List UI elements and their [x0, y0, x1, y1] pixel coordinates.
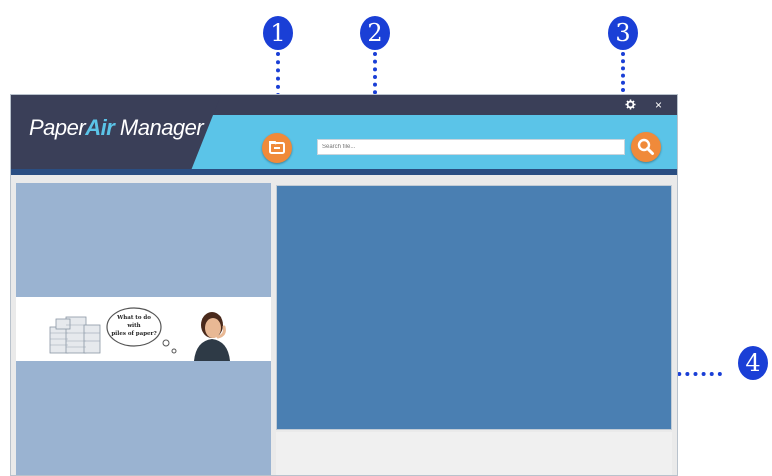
folder-pane: What to do with piles of paper?: [16, 183, 271, 475]
callout-2-badge: 2: [360, 16, 390, 50]
open-folder-button[interactable]: [262, 133, 292, 163]
svg-text:What to do: What to do: [116, 315, 151, 321]
callout-3-badge: 3: [608, 16, 638, 50]
close-icon[interactable]: ×: [655, 99, 662, 111]
details-strip: [276, 432, 672, 475]
search-input[interactable]: [317, 139, 625, 155]
search-button[interactable]: [631, 132, 661, 162]
search-icon: [637, 138, 654, 155]
app-logo: PaperAir Manager: [29, 115, 204, 140]
header-divider: [11, 169, 677, 175]
app-window: × PaperAir Manager Search file... What t…: [10, 94, 678, 476]
logo-panel: PaperAir Manager: [11, 95, 221, 169]
folder-icon: [269, 141, 285, 154]
callout-3-leader: [621, 52, 625, 92]
svg-text:with: with: [126, 323, 140, 329]
paper-piles-illustration: What to do with piles of paper?: [49, 307, 230, 361]
settings-gear-icon[interactable]: [625, 99, 636, 114]
callout-1-badge: 1: [263, 16, 293, 50]
welcome-banner: What to do with piles of paper?: [16, 297, 271, 361]
preview-pane[interactable]: [276, 185, 672, 430]
callout-4-badge: 4: [738, 346, 768, 380]
svg-text:piles of paper?: piles of paper?: [111, 331, 156, 337]
